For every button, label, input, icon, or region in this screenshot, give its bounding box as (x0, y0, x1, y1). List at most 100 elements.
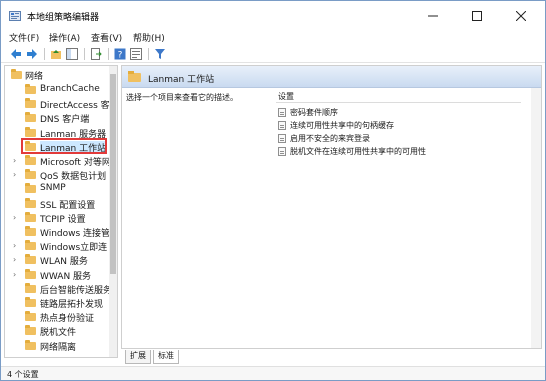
policy-tree-pane[interactable]: 网络 BranchCache DirectAccess 客 DNS 客户端 Lanma… (4, 65, 118, 358)
tree-item-label: DNS 客户端 (40, 115, 90, 126)
show-hide-tree-icon (66, 48, 78, 60)
tree-item-label: BranchCache (40, 84, 100, 94)
toolbar-separator (148, 48, 149, 60)
tree-item[interactable]: 后台智能传送服务 (5, 282, 109, 296)
svg-text:?: ? (118, 51, 123, 61)
properties-icon (130, 48, 142, 60)
menu-help[interactable]: 帮助(H) (133, 31, 165, 44)
tree-item-label: QoS 数据包计划 (40, 172, 107, 183)
window-title: 本地组策略编辑器 (27, 13, 100, 23)
folder-open-icon (11, 69, 22, 79)
show-hide-tree-button[interactable] (65, 47, 79, 61)
folder-icon (25, 325, 36, 336)
properties-button[interactable] (129, 47, 143, 61)
folder-icon (25, 339, 36, 350)
folder-icon (25, 211, 36, 222)
back-arrow-icon (11, 49, 21, 59)
tree-item-label: WLAN 服务 (40, 257, 88, 268)
tree-item-label: Windows 连接管 (40, 229, 109, 239)
chevron-right-icon[interactable]: › (13, 170, 21, 180)
tree-item[interactable]: DirectAccess 客 (5, 97, 109, 111)
setting-row[interactable]: 启用不安全的来宾登录 (276, 132, 521, 145)
settings-pane: Lanman 工作站 选择一个项目来查看它的描述。 设置 密码套件顺序连续可用性… (121, 65, 542, 349)
tree-item[interactable]: › Windows立即连 (5, 239, 109, 253)
tree-item[interactable]: › TCPIP 设置 (5, 211, 109, 225)
tree-item[interactable]: › WLAN 服务 (5, 253, 109, 267)
close-button[interactable] (499, 1, 543, 31)
folder-icon (25, 268, 36, 279)
tree-item[interactable]: DNS 客户端 (5, 111, 109, 125)
filter-button[interactable] (153, 47, 167, 61)
setting-row[interactable]: 脱机文件在连续可用性共享中的可用性 (276, 145, 521, 158)
tree-item-label: 后台智能传送服务 (40, 285, 109, 296)
toolbar-separator (44, 48, 45, 60)
tree-item[interactable]: 网络隔离 (5, 339, 109, 353)
setting-label: 连续可用性共享中的句柄缓存 (290, 121, 394, 130)
folder-icon (25, 197, 36, 208)
chevron-right-icon[interactable]: › (13, 270, 21, 280)
toolbar: ? (1, 45, 545, 63)
group-policy-editor-window: 本地组策略编辑器 文件(F) 操作(A) 查看(V) 帮助(H) ? 网络 Br… (0, 0, 546, 381)
export-list-button[interactable] (89, 47, 103, 61)
tab-extended[interactable]: 扩展 (125, 350, 151, 364)
chevron-right-icon[interactable]: › (13, 255, 21, 265)
group-policy-app-icon (9, 11, 21, 21)
tree-item-label: Windows立即连 (40, 243, 108, 254)
folder-icon (25, 297, 36, 307)
status-bar: 4 个设置 (1, 366, 545, 380)
tree-scrollbar-thumb[interactable] (110, 74, 116, 274)
policy-setting-icon (278, 108, 286, 117)
filter-icon (155, 49, 165, 59)
tree-item[interactable]: 链路层拓扑发现 (5, 296, 109, 310)
forward-button[interactable] (25, 47, 39, 61)
tree-item[interactable]: SNMP (5, 182, 109, 196)
tree-item[interactable]: BranchCache (5, 83, 109, 97)
settings-scrollbar[interactable] (531, 88, 541, 348)
setting-row[interactable]: 密码套件顺序 (276, 106, 521, 119)
tree-item-network[interactable]: 网络 (5, 68, 109, 82)
tree-item[interactable]: 脱机文件 (5, 324, 109, 338)
minimize-icon (428, 15, 438, 17)
description-text: 选择一个项目来查看它的描述。 (126, 93, 238, 102)
chevron-right-icon[interactable]: › (13, 213, 21, 223)
back-button[interactable] (9, 47, 23, 61)
folder-icon (25, 126, 36, 137)
tree-item-label: 链路层拓扑发现 (40, 300, 104, 310)
column-header-setting[interactable]: 设置 (276, 90, 521, 103)
menu-view[interactable]: 查看(V) (91, 31, 122, 44)
tree-item-label: SNMP (40, 183, 66, 194)
menu-file[interactable]: 文件(F) (9, 31, 39, 44)
folder-icon (25, 155, 36, 165)
tree-item[interactable]: SSL 配置设置 (5, 197, 109, 211)
folder-icon (128, 71, 141, 82)
help-button[interactable]: ? (113, 47, 127, 61)
settings-pane-header: Lanman 工作站 (122, 66, 541, 88)
tree-item[interactable]: › WWAN 服务 (5, 268, 109, 282)
setting-label: 脱机文件在连续可用性共享中的可用性 (290, 147, 426, 156)
chevron-right-icon[interactable]: › (13, 241, 21, 251)
tree-item-label: 热点身份验证 (40, 314, 95, 325)
folder-icon (25, 169, 36, 180)
setting-label: 启用不安全的来宾登录 (290, 134, 370, 143)
tree-item[interactable]: Windows 连接管 (5, 225, 109, 239)
tree-item-label: 网络 (25, 72, 44, 82)
tree-item-label: TCPIP 设置 (40, 214, 86, 225)
setting-row[interactable]: 连续可用性共享中的句柄缓存 (276, 119, 521, 132)
menu-action[interactable]: 操作(A) (49, 31, 80, 44)
tree-item[interactable]: › Microsoft 对等网 (5, 154, 109, 168)
folder-icon (25, 226, 36, 236)
tree-item[interactable]: 热点身份验证 (5, 310, 109, 324)
up-button[interactable] (49, 47, 63, 61)
view-tabs: 扩展 标准 (121, 350, 542, 364)
maximize-button[interactable] (455, 1, 499, 31)
tree-item[interactable]: › QoS 数据包计划 (5, 168, 109, 182)
folder-icon (25, 240, 36, 251)
tree-scrollbar[interactable] (109, 66, 117, 357)
folder-icon (25, 311, 36, 322)
up-folder-icon (51, 50, 61, 59)
minimize-button[interactable] (411, 1, 455, 31)
tree-item-label: SSL 配置设置 (40, 200, 96, 211)
chevron-right-icon[interactable]: › (13, 156, 21, 166)
help-icon: ? (114, 48, 126, 60)
tab-standard[interactable]: 标准 (153, 350, 179, 364)
